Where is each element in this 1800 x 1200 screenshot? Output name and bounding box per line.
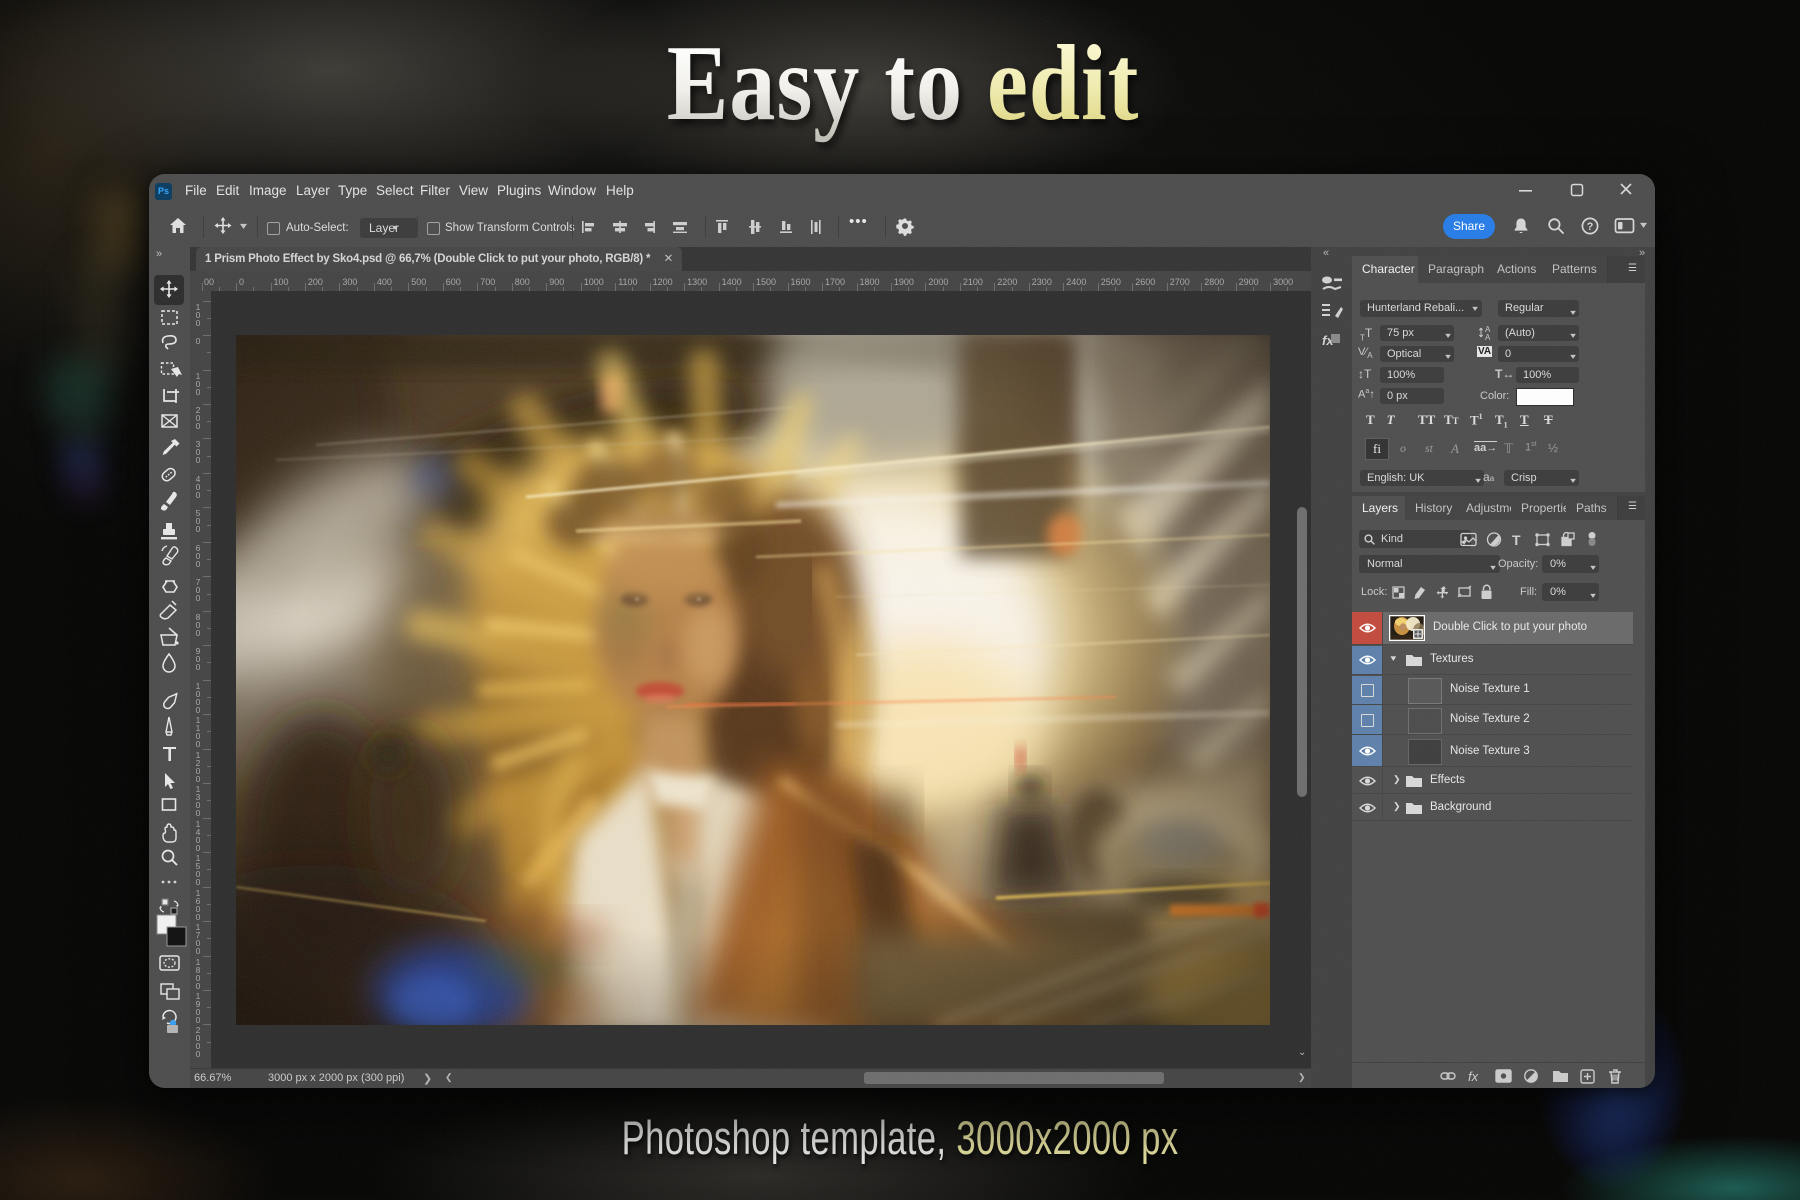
svg-text:T: T xyxy=(1512,532,1521,548)
svg-text:?: ? xyxy=(1587,221,1594,233)
svg-text:A: A xyxy=(1485,333,1491,341)
svg-text:fx: fx xyxy=(1468,1069,1479,1084)
